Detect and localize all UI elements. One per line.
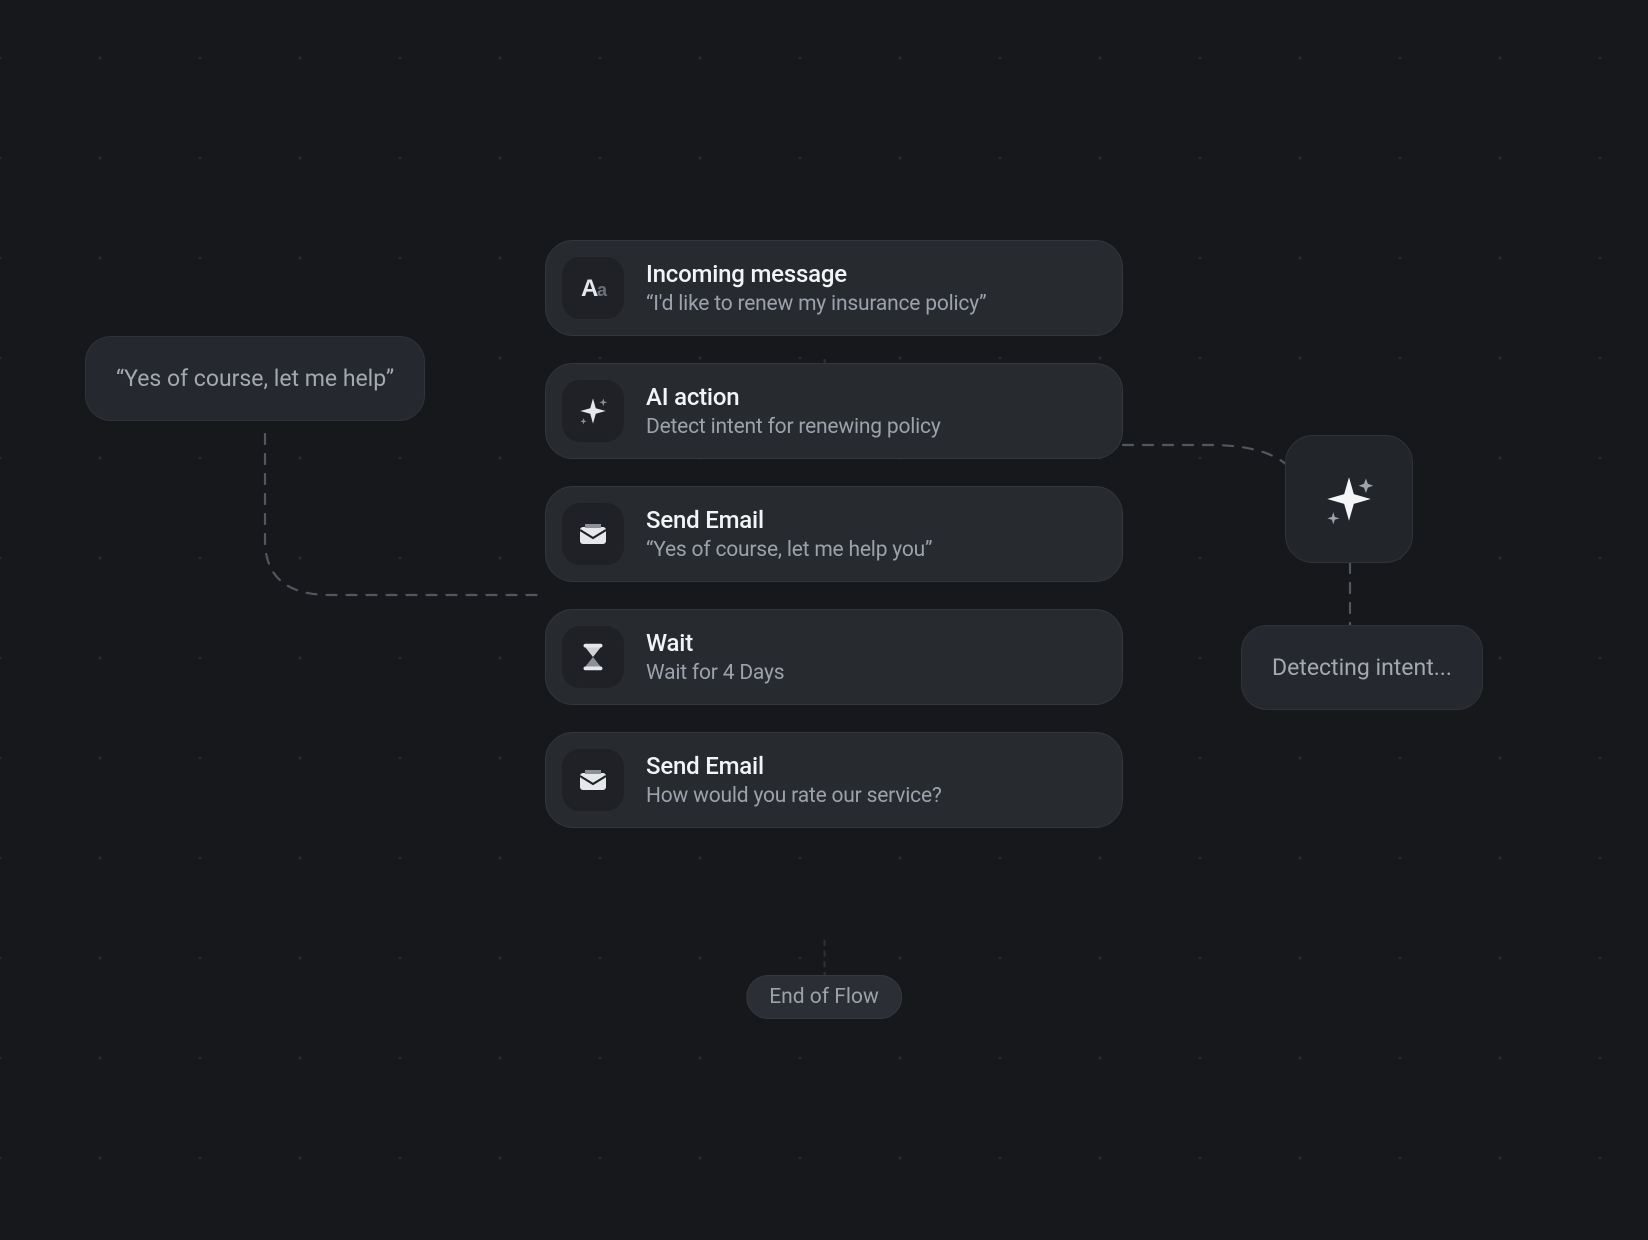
step-subtitle: “Yes of course, let me help you” (646, 538, 932, 562)
preview-bubble-text: “Yes of course, let me help” (116, 365, 394, 392)
step-wait[interactable]: Wait Wait for 4 Days (545, 609, 1123, 705)
step-subtitle: “I'd like to renew my insurance policy” (646, 292, 986, 316)
end-of-flow-label: End of Flow (769, 985, 879, 1009)
flow-canvas[interactable]: “Yes of course, let me help” Detecting i… (0, 0, 1648, 1240)
step-send-email-1[interactable]: Send Email “Yes of course, let me help y… (545, 486, 1123, 582)
end-of-flow-pill[interactable]: End of Flow (746, 975, 902, 1019)
email-icon (562, 749, 624, 811)
flow-steps-column: A a Incoming message “I'd like to renew … (545, 240, 1123, 828)
step-send-email-2[interactable]: Send Email How would you rate our servic… (545, 732, 1123, 828)
step-subtitle: How would you rate our service? (646, 784, 942, 808)
step-title: Incoming message (646, 260, 986, 288)
hourglass-icon (562, 626, 624, 688)
step-title: Send Email (646, 506, 932, 534)
step-subtitle: Detect intent for renewing policy (646, 415, 941, 439)
text-icon: A a (562, 257, 624, 319)
step-title: Wait (646, 629, 784, 657)
status-bubble-text: Detecting intent... (1272, 654, 1452, 681)
sparkle-icon (1320, 470, 1378, 528)
svg-text:a: a (597, 280, 608, 300)
connector-vertical (824, 940, 826, 978)
ai-status-node[interactable] (1285, 435, 1413, 563)
preview-bubble-left[interactable]: “Yes of course, let me help” (85, 336, 425, 421)
email-icon (562, 503, 624, 565)
step-subtitle: Wait for 4 Days (646, 661, 784, 685)
sparkle-icon (562, 380, 624, 442)
step-title: AI action (646, 383, 941, 411)
step-title: Send Email (646, 752, 942, 780)
svg-text:A: A (581, 275, 598, 302)
step-incoming-message[interactable]: A a Incoming message “I'd like to renew … (545, 240, 1123, 336)
status-bubble-right[interactable]: Detecting intent... (1241, 625, 1483, 710)
step-ai-action[interactable]: AI action Detect intent for renewing pol… (545, 363, 1123, 459)
